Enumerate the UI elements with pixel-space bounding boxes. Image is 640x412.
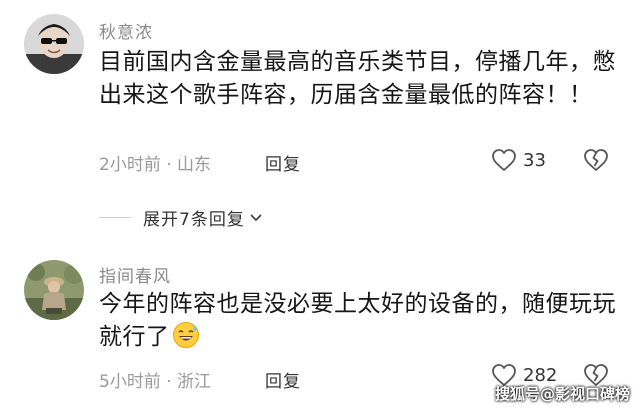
username[interactable]: 秋意浓 <box>99 18 153 43</box>
username[interactable]: 指间春风 <box>99 262 171 287</box>
avatar-image <box>24 260 84 320</box>
comment-content: 今年的阵容也是没必要上太好的设备的，随便玩玩就行了 <box>99 288 619 354</box>
meta-separator: · <box>160 372 178 392</box>
comment-location: 山东 <box>177 155 212 175</box>
meta-separator: · <box>160 155 178 175</box>
expand-replies-label: 展开7条回复 <box>143 210 245 230</box>
comment-text: 目前国内含金量最高的音乐类节目，停播几年，憋出来这个歌手阵容，历届含金量最低的阵… <box>99 49 616 108</box>
reply-button[interactable]: 回复 <box>265 150 301 175</box>
like-count: 33 <box>523 149 546 171</box>
chevron-down-icon <box>250 213 262 221</box>
like-button[interactable]: 33 <box>491 148 546 172</box>
avatar[interactable] <box>24 260 84 320</box>
watermark: 搜狐号@影视口碑榜 <box>494 385 630 403</box>
sweat-smile-emoji-icon <box>172 322 199 348</box>
reply-button[interactable]: 回复 <box>265 367 301 392</box>
dislike-button[interactable] <box>583 148 609 176</box>
divider-line <box>99 217 131 218</box>
heart-outline-icon <box>492 149 516 171</box>
avatar-image <box>24 14 84 74</box>
expand-replies-button[interactable]: 展开7条回复 <box>99 205 263 230</box>
avatar[interactable] <box>24 14 84 74</box>
comment-time: 2小时前 <box>99 155 161 175</box>
comment-meta: 5小时前 · 浙江 <box>99 367 211 392</box>
comment-location: 浙江 <box>177 372 212 392</box>
comment-time: 5小时前 <box>99 372 161 392</box>
comment-meta: 2小时前 · 山东 <box>99 150 211 175</box>
broken-heart-icon <box>584 149 608 171</box>
